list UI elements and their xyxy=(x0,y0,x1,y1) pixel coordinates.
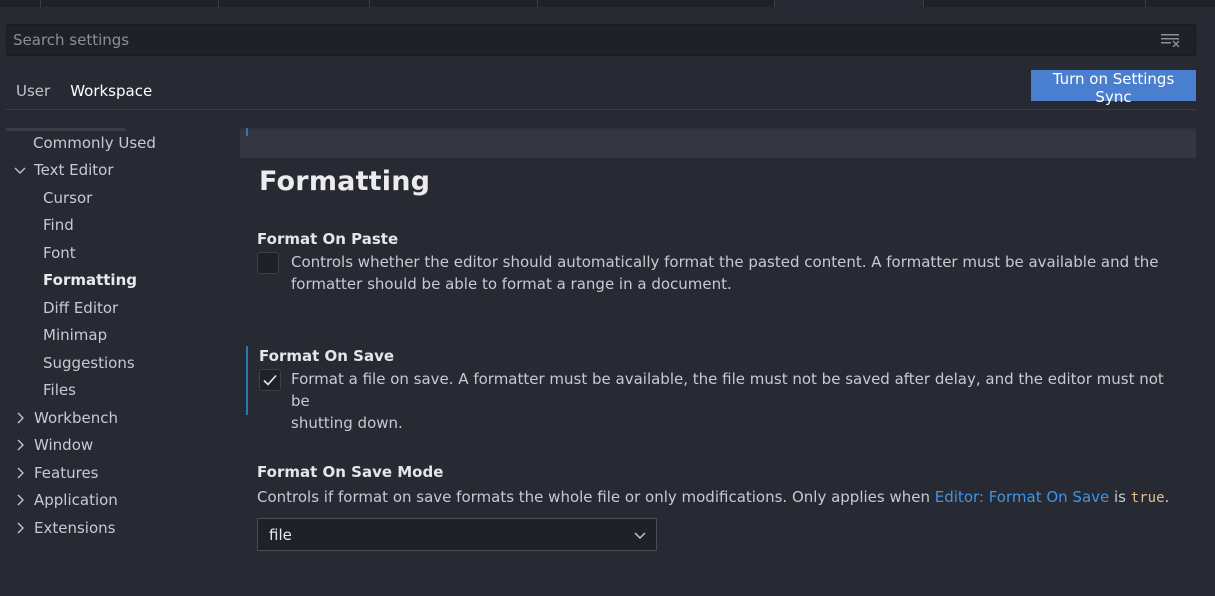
format-on-paste-checkbox[interactable] xyxy=(257,252,279,274)
tab-user[interactable]: User xyxy=(6,74,60,110)
chevron-down-icon xyxy=(14,167,26,174)
sidebar-item-diff-editor[interactable]: Diff Editor xyxy=(43,295,118,321)
focus-indicator xyxy=(246,128,248,136)
sidebar-item-label: Suggestions xyxy=(43,354,135,372)
turn-on-settings-sync-button[interactable]: Turn on Settings Sync xyxy=(1031,70,1196,106)
format-on-save-checkbox[interactable] xyxy=(259,369,281,391)
chevron-down-icon xyxy=(634,532,646,539)
tab-separator xyxy=(1145,0,1146,7)
sidebar-item-find[interactable]: Find xyxy=(43,212,74,238)
search-settings-box xyxy=(6,24,1196,56)
sidebar-item-label: Files xyxy=(43,381,76,399)
sticky-category-header xyxy=(240,128,1196,158)
sidebar-item-features[interactable]: Features xyxy=(12,460,99,486)
search-input[interactable] xyxy=(7,25,1195,55)
sidebar-item-label: Window xyxy=(34,436,94,454)
sidebar-item-commonly-used[interactable]: Commonly Used xyxy=(33,130,156,156)
sidebar-item-label: Features xyxy=(34,464,99,482)
chevron-right-icon xyxy=(17,467,24,479)
format-on-save-mode-select[interactable]: file xyxy=(257,518,657,551)
sidebar-item-window[interactable]: Window xyxy=(12,432,93,458)
tab-separator xyxy=(537,0,538,7)
sidebar-item-files[interactable]: Files xyxy=(43,377,76,403)
chevron-right-icon xyxy=(17,522,24,534)
sidebar-item-formatting[interactable]: Formatting xyxy=(43,267,137,293)
sidebar-item-label: Cursor xyxy=(43,189,93,207)
tab-separator xyxy=(40,0,41,7)
setting-description: Format a file on save. A formatter must … xyxy=(291,368,1171,434)
code-value: true xyxy=(1130,490,1165,506)
sidebar-item-application[interactable]: Application xyxy=(12,487,118,513)
sidebar-item-label: Extensions xyxy=(34,519,116,537)
setting-format-on-paste: Format On Paste Controls whether the edi… xyxy=(246,228,1186,298)
sidebar-item-label: Font xyxy=(43,244,76,262)
setting-format-on-save: Format On Save Format a file on save. A … xyxy=(246,346,1186,432)
tab-separator xyxy=(218,0,219,7)
sidebar-item-font[interactable]: Font xyxy=(43,240,76,266)
setting-title: Format On Save Mode xyxy=(257,463,444,481)
checkmark-icon xyxy=(263,374,277,386)
setting-link[interactable]: Editor: Format On Save xyxy=(935,488,1109,506)
settings-scope-tabs: User Workspace xyxy=(6,74,163,110)
sidebar-item-label: Commonly Used xyxy=(33,134,156,152)
description-text: Controls if format on save formats the w… xyxy=(257,488,935,506)
setting-description: Controls if format on save formats the w… xyxy=(257,486,1177,509)
sidebar-item-suggestions[interactable]: Suggestions xyxy=(43,350,135,376)
chevron-right-icon xyxy=(17,412,24,424)
sidebar-item-label: Find xyxy=(43,216,74,234)
tabs-divider xyxy=(6,109,1196,110)
tab-separator xyxy=(369,0,370,7)
settings-toc-sidebar: Commonly Used Text Editor Cursor Find Fo… xyxy=(6,128,226,558)
section-title: Formatting xyxy=(259,166,431,197)
sidebar-item-cursor[interactable]: Cursor xyxy=(43,185,92,211)
active-editor-tab[interactable] xyxy=(775,0,923,7)
tab-workspace[interactable]: Workspace xyxy=(60,74,163,110)
sidebar-item-label: Application xyxy=(34,491,118,509)
description-text: . xyxy=(1164,488,1170,506)
settings-editor-content: Formatting Format On Paste Controls whet… xyxy=(240,128,1196,596)
tab-separator xyxy=(923,0,924,7)
sidebar-item-minimap[interactable]: Minimap xyxy=(43,322,107,348)
sidebar-item-label: Workbench xyxy=(34,409,118,427)
setting-title: Format On Save xyxy=(259,347,395,365)
scroll-shadow xyxy=(240,128,1196,130)
chevron-right-icon xyxy=(17,494,24,506)
description-line: formatter should be able to format a ran… xyxy=(291,275,732,293)
chevron-right-icon xyxy=(17,439,24,451)
sidebar-item-label: Formatting xyxy=(43,271,137,289)
setting-title: Format On Paste xyxy=(257,230,399,248)
description-text: is xyxy=(1109,488,1131,506)
select-value: file xyxy=(269,526,292,544)
description-line: Controls whether the editor should autom… xyxy=(291,253,1159,271)
sidebar-item-label: Diff Editor xyxy=(43,299,119,317)
setting-format-on-save-mode: Format On Save Mode Controls if format o… xyxy=(246,463,1186,506)
sidebar-item-workbench[interactable]: Workbench xyxy=(12,405,118,431)
sidebar-item-text-editor[interactable]: Text Editor xyxy=(12,157,114,183)
sidebar-item-label: Text Editor xyxy=(34,161,114,179)
clear-filter-icon[interactable] xyxy=(1161,33,1181,47)
description-line: Format a file on save. A formatter must … xyxy=(291,370,1164,410)
sidebar-item-label: Minimap xyxy=(43,326,108,344)
sidebar-item-extensions[interactable]: Extensions xyxy=(12,515,115,541)
description-line: shutting down. xyxy=(291,414,403,432)
editor-tab-strip xyxy=(0,0,1215,7)
setting-description: Controls whether the editor should autom… xyxy=(291,251,1171,295)
